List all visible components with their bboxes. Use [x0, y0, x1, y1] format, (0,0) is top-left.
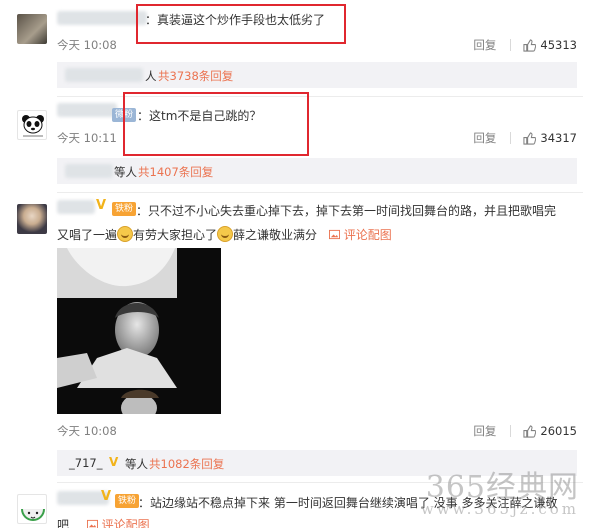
username-blurred[interactable]	[65, 68, 143, 82]
like-button[interactable]: 34317	[523, 131, 577, 145]
smile-emoji-icon	[217, 226, 234, 242]
reply-button[interactable]: 回复	[473, 37, 496, 53]
panda-icon	[22, 115, 44, 137]
like-button[interactable]: 45313	[523, 38, 577, 52]
comment-text-line1: ：只不过不小心失去重心掉下去，掉下去第一时间找回舞台的路，并且把歌唱完	[136, 204, 557, 218]
thumbs-up-icon	[523, 38, 537, 52]
subreply-prefix: 等人	[114, 165, 137, 179]
username-blurred[interactable]	[65, 164, 113, 178]
subreply-prefix: 人	[145, 69, 157, 83]
comment-text-line2: 又唱了一遍 有劳大家担心了 薛之谦敬业满分 评论配图	[57, 226, 392, 242]
site-watermark-url: www.365jz.com	[420, 500, 579, 518]
comment-photo[interactable]	[57, 248, 221, 414]
thumbs-up-icon	[523, 424, 537, 438]
comment-image-link[interactable]: 评论配图	[328, 228, 392, 242]
subreply-prefix: 等人	[125, 457, 148, 471]
comment-actions: 回复 26015	[473, 423, 577, 439]
reply-button[interactable]: 回复	[473, 423, 496, 439]
fan-badge: 铁粉	[112, 202, 137, 216]
highlight-box	[123, 92, 309, 156]
subreply-count-link[interactable]: 共1082条回复	[149, 456, 224, 472]
avatar[interactable]	[17, 204, 47, 234]
picture-icon	[328, 229, 340, 240]
username-blurred[interactable]	[57, 200, 95, 214]
timestamp: 今天 10:08	[57, 38, 117, 52]
username-blurred[interactable]	[57, 11, 147, 25]
divider	[510, 132, 512, 144]
comment-1: ：真装逼这个炒作手段也太低劣了 今天 10:08 回复 45313 人 共373…	[0, 0, 597, 88]
comment-image-link[interactable]: 评论配图	[86, 518, 150, 528]
avatar[interactable]	[17, 110, 47, 140]
smile-emoji-icon	[117, 226, 134, 242]
like-button[interactable]: 26015	[523, 424, 577, 438]
timestamp: 今天 10:08	[57, 424, 117, 438]
avatar[interactable]	[17, 14, 47, 44]
fan-badge: 铁粉	[115, 494, 140, 508]
timestamp: 今天 10:11	[57, 131, 117, 145]
comment-text-line2: 吧 评论配图	[57, 516, 150, 528]
watermelon-icon	[21, 509, 45, 521]
subreply-count-link[interactable]: 共3738条回复	[158, 68, 233, 84]
verified-v-icon: V	[96, 198, 107, 213]
verified-v-icon: V	[109, 455, 119, 469]
subreply-count-link[interactable]: 共1407条回复	[138, 164, 213, 180]
comment-actions: 回复 34317	[473, 130, 577, 146]
subreply-user[interactable]: _717_	[69, 456, 102, 470]
verified-v-icon: V	[101, 489, 112, 504]
stage-photo-image	[57, 248, 221, 414]
like-count: 45313	[540, 38, 577, 52]
comment-actions: 回复 45313	[473, 37, 577, 53]
like-count: 26015	[540, 424, 577, 438]
like-count: 34317	[540, 131, 577, 145]
reply-button[interactable]: 回复	[473, 130, 496, 146]
avatar[interactable]	[17, 494, 47, 524]
picture-icon	[86, 519, 98, 528]
thumbs-up-icon	[523, 131, 537, 145]
highlight-box	[136, 4, 346, 44]
subreply-box[interactable]: 人 共3738条回复	[57, 62, 577, 88]
username-blurred[interactable]	[57, 103, 117, 117]
divider	[57, 192, 583, 193]
divider	[510, 425, 512, 437]
divider	[510, 39, 512, 51]
subreply-box[interactable]: 等人 共1407条回复	[57, 158, 577, 184]
